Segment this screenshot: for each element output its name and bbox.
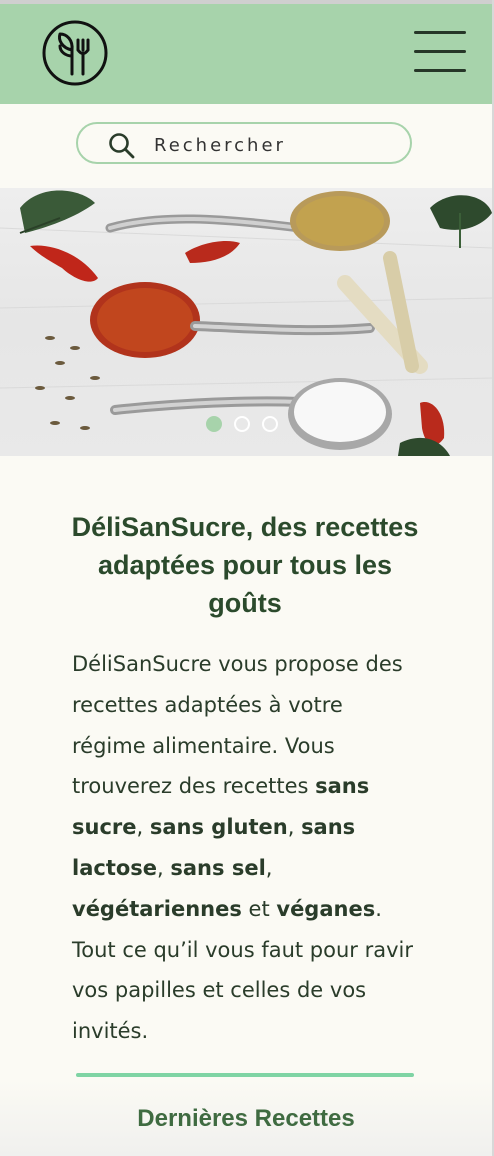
latest-recipes-title: Dernières Recettes	[137, 1105, 355, 1132]
site-header	[0, 4, 492, 104]
intro-paragraph: DéliSanSucre vous propose des recettes a…	[72, 644, 422, 1052]
intro-sep: ,	[157, 855, 171, 880]
site-logo[interactable]	[42, 20, 108, 86]
search-icon[interactable]	[108, 132, 136, 160]
intro-sep: ,	[136, 815, 150, 840]
diet-sans-sel: sans sel	[170, 855, 266, 880]
diet-vegetarien: végétariennes	[72, 896, 242, 921]
leaf-fork-icon	[42, 20, 108, 86]
search-bar[interactable]	[76, 122, 412, 164]
hamburger-menu-icon	[414, 69, 466, 72]
carousel-dot[interactable]	[206, 416, 222, 432]
carousel-dots	[206, 416, 286, 434]
intro-sep: ,	[265, 855, 273, 880]
menu-button[interactable]	[412, 31, 468, 79]
intro-sep: ,	[287, 815, 302, 840]
hamburger-menu-icon	[414, 31, 466, 34]
diet-sans-gluten: sans gluten	[149, 815, 288, 840]
hamburger-menu-icon	[414, 50, 466, 53]
carousel-dot[interactable]	[234, 416, 250, 432]
diet-vegan: véganes	[276, 896, 376, 921]
search-input[interactable]	[152, 130, 396, 160]
section-divider	[76, 1073, 414, 1077]
intro-sep: et	[241, 896, 277, 921]
carousel-dot[interactable]	[262, 416, 278, 432]
page-title: DéliSanSucre, des recettes adaptées pour…	[71, 512, 419, 619]
